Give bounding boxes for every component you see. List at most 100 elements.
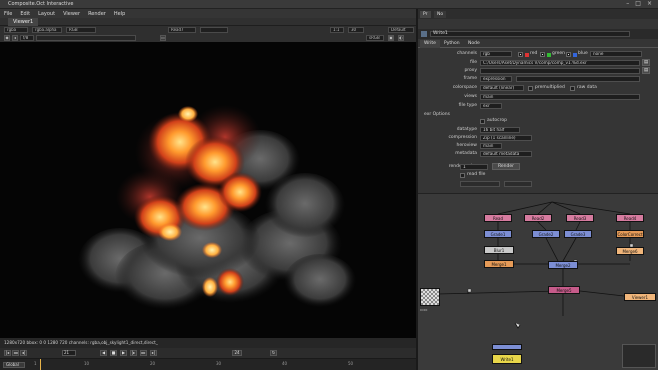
file-type-select[interactable]: exr bbox=[480, 103, 502, 109]
compression-select[interactable]: Zip (1 scanline) bbox=[480, 135, 532, 141]
menu-edit[interactable]: Edit bbox=[20, 11, 30, 17]
fps-field[interactable]: 24 bbox=[232, 350, 242, 356]
layer-dropdown[interactable]: rgba.alpha bbox=[32, 27, 62, 33]
node-merge2[interactable]: Merge2 bbox=[548, 261, 578, 269]
proxy-label: proxy bbox=[464, 68, 477, 73]
tab-write[interactable]: Write bbox=[420, 40, 440, 48]
node-name-field[interactable]: Write1 bbox=[430, 31, 630, 37]
last-frame-icon[interactable]: ▸| bbox=[150, 350, 157, 356]
close-icon[interactable]: × bbox=[647, 1, 652, 7]
node-merge1[interactable]: Merge1 bbox=[484, 260, 514, 268]
raw-data-checkbox[interactable] bbox=[570, 86, 575, 91]
frame-mode-select[interactable]: expression bbox=[480, 76, 512, 82]
node-graph-minimap[interactable] bbox=[622, 344, 656, 368]
first-frame-icon[interactable]: |◂ bbox=[4, 350, 11, 356]
tab-nodes[interactable]: No bbox=[434, 11, 447, 18]
proxy-path-input[interactable] bbox=[480, 68, 640, 74]
node-blur1[interactable]: Blur1 bbox=[484, 246, 514, 254]
prev-icon[interactable]: ◂ bbox=[12, 35, 18, 41]
node-grade1[interactable]: Grade1 bbox=[484, 230, 512, 238]
file-path-input[interactable]: C:/Users/Aset/Dynamics V/comp/comp_v1.%d… bbox=[480, 60, 640, 66]
node-read4[interactable]: Read4 bbox=[616, 214, 644, 222]
gain-field[interactable]: f/8 bbox=[20, 35, 34, 41]
play-forward-icon[interactable]: ▶ bbox=[120, 350, 127, 356]
viewer-viewport[interactable] bbox=[0, 42, 416, 338]
zoom-dropdown[interactable]: 1:1 bbox=[330, 27, 344, 33]
stop-icon[interactable]: ■ bbox=[110, 350, 117, 356]
node-grade2[interactable]: Grade2 bbox=[532, 230, 560, 238]
node-merge6[interactable]: Merge6 bbox=[616, 247, 644, 255]
menu-render[interactable]: Render bbox=[88, 11, 106, 17]
node-read3[interactable]: Read3 bbox=[566, 214, 594, 222]
menu-viewer[interactable]: Viewer bbox=[63, 11, 80, 17]
display-icon[interactable]: ▣ bbox=[388, 35, 394, 41]
lock-icon[interactable]: ◆ bbox=[4, 35, 10, 41]
gamma-field[interactable]: sRGB bbox=[366, 35, 384, 41]
tab-viewer1[interactable]: Viewer1 bbox=[8, 18, 39, 26]
tab-python[interactable]: Python bbox=[440, 40, 464, 48]
loop-icon[interactable]: ↻ bbox=[270, 350, 277, 356]
metadata-select[interactable]: default metadata bbox=[480, 151, 532, 157]
file-label: file bbox=[470, 60, 477, 65]
channels-dropdown[interactable]: rgba bbox=[4, 27, 28, 33]
node-grade3[interactable]: Grade3 bbox=[564, 230, 592, 238]
premultiplied-checkbox[interactable] bbox=[528, 86, 533, 91]
prev-key-icon[interactable]: ◂◂ bbox=[12, 350, 19, 356]
frame-expression-input[interactable] bbox=[516, 76, 640, 82]
properties-tab-strip: Pr No bbox=[418, 9, 658, 19]
tab-node[interactable]: Node bbox=[464, 40, 484, 48]
node-merge5[interactable]: Merge5 bbox=[548, 286, 580, 294]
red-checkbox[interactable] bbox=[518, 52, 523, 57]
node-graph[interactable]: Read Read2 Read3 Read4 Grade1 Grade2 Gra… bbox=[418, 193, 658, 370]
premultiplied-label: premultiplied bbox=[535, 85, 565, 90]
menu-file[interactable]: File bbox=[4, 11, 12, 17]
gain-slider[interactable] bbox=[36, 35, 136, 41]
node-image-thumbnail[interactable] bbox=[420, 288, 440, 306]
datatype-select[interactable]: 16 bit half bbox=[480, 127, 520, 133]
autocrop-checkbox[interactable] bbox=[480, 119, 485, 124]
metadata-label: metadata bbox=[455, 151, 477, 156]
node-read[interactable]: Read bbox=[484, 214, 512, 222]
node-pre-write[interactable] bbox=[492, 344, 522, 350]
roi-icon[interactable]: ▭ bbox=[160, 35, 166, 41]
folder-icon[interactable]: ▤ bbox=[642, 59, 650, 66]
step-back-icon[interactable]: ◂| bbox=[20, 350, 27, 356]
render-button[interactable]: Render bbox=[492, 163, 520, 170]
green-checkbox[interactable] bbox=[540, 52, 545, 57]
timeline-tick: 40 bbox=[282, 361, 288, 366]
play-back-icon[interactable]: ◀ bbox=[100, 350, 107, 356]
channels-select[interactable]: rgb bbox=[480, 51, 512, 57]
render-order-input[interactable]: 1 bbox=[460, 164, 488, 170]
menu-layout[interactable]: Layout bbox=[38, 11, 55, 17]
alpha-select[interactable]: none bbox=[590, 51, 642, 57]
minimize-icon[interactable]: – bbox=[626, 1, 629, 7]
viewer-tab-strip: Viewer1 bbox=[0, 18, 416, 26]
step-forward-icon[interactable]: |▸ bbox=[130, 350, 137, 356]
global-dropdown[interactable]: Global bbox=[3, 362, 25, 368]
read-file-checkbox[interactable] bbox=[460, 173, 465, 178]
views-select[interactable]: main bbox=[480, 94, 640, 100]
red-swatch bbox=[525, 53, 529, 57]
colorspace-dropdown[interactable]: RGB bbox=[66, 27, 96, 33]
menu-help[interactable]: Help bbox=[114, 11, 125, 17]
colorspace-select[interactable]: default (linear) bbox=[480, 85, 524, 91]
heroview-select[interactable]: main bbox=[480, 143, 502, 149]
next-key-icon[interactable]: ▸▸ bbox=[140, 350, 147, 356]
wipe-icon[interactable]: ◐ bbox=[398, 35, 404, 41]
maximize-icon[interactable]: □ bbox=[635, 1, 641, 7]
input-b-dropdown[interactable] bbox=[200, 27, 228, 33]
node-write1[interactable]: Write1 bbox=[492, 354, 522, 364]
playhead-marker[interactable] bbox=[40, 359, 41, 370]
lut-dropdown[interactable]: Default bbox=[388, 27, 414, 33]
input-a-dropdown[interactable]: Read7 bbox=[168, 27, 196, 33]
exr-options-label: exr Options bbox=[424, 112, 450, 117]
node-colorcorrect[interactable]: ColorCorrect bbox=[616, 230, 644, 238]
proxy-dropdown[interactable]: 30 bbox=[348, 27, 364, 33]
node-viewer1[interactable]: Viewer1 bbox=[624, 293, 656, 301]
tab-properties[interactable]: Pr bbox=[420, 11, 431, 18]
folder-icon[interactable]: ▤ bbox=[642, 67, 650, 74]
timeline[interactable]: Global 1 10 20 30 40 50 bbox=[0, 358, 416, 370]
frame-field[interactable]: 21 bbox=[62, 350, 76, 356]
node-read2[interactable]: Read2 bbox=[524, 214, 552, 222]
blue-checkbox[interactable] bbox=[566, 52, 571, 57]
